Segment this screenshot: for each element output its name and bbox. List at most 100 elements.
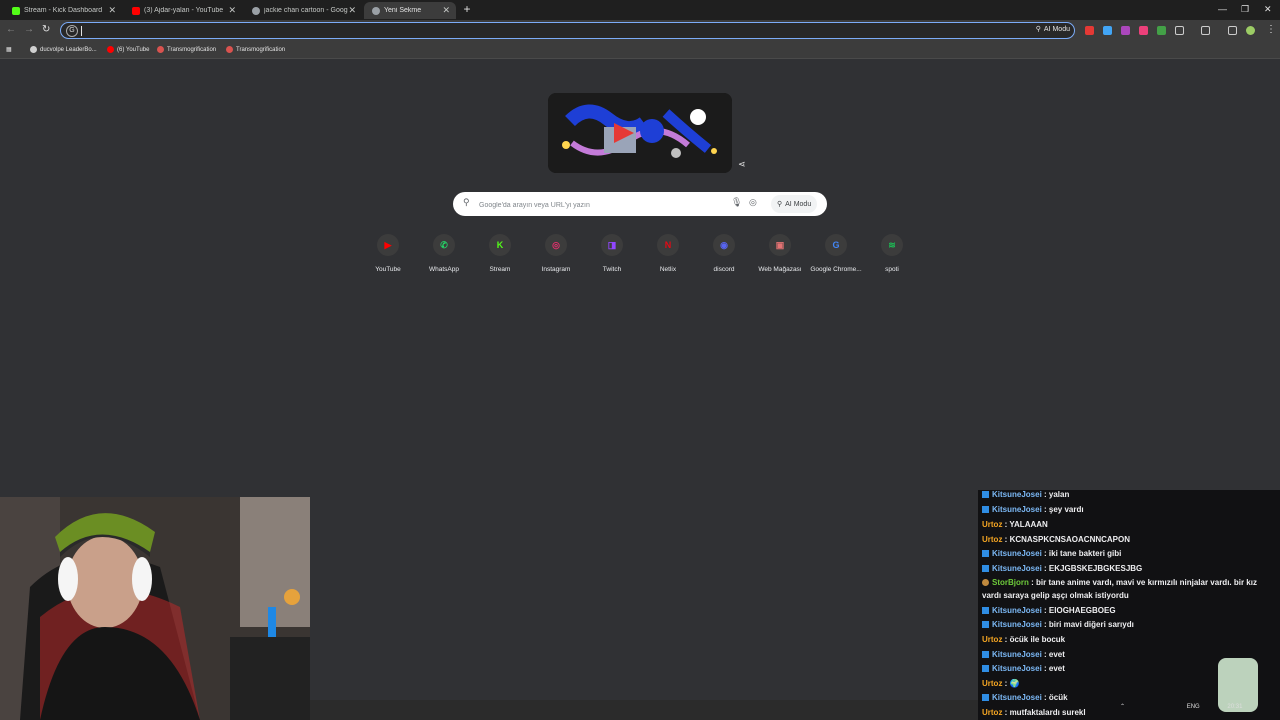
chat-message: KitsuneJosei : EIOGHAEGBOEG bbox=[982, 604, 1274, 617]
back-icon[interactable]: ← bbox=[6, 24, 16, 35]
toolbar: ← → ↻ G ⚲ AI Modu ⋮ bbox=[0, 20, 1280, 42]
shortcut-google-chrome[interactable]: G Google Chrome... bbox=[808, 234, 864, 273]
clock[interactable]: 20:31 bbox=[1227, 704, 1242, 710]
shortcut-stream[interactable]: K Stream bbox=[472, 234, 528, 273]
ai-mode-button[interactable]: ⚲ AI Modu bbox=[771, 195, 818, 213]
shortcut-discord[interactable]: ◉ discord bbox=[696, 234, 752, 273]
chat-text: şey vardı bbox=[1048, 505, 1084, 514]
shortcut-label: YouTube bbox=[375, 266, 401, 273]
chrome-icon bbox=[372, 6, 380, 15]
chat-message: StorBjorn : bir tane anime vardı, mavi v… bbox=[982, 578, 1257, 600]
emote-icon: 🌍 bbox=[1009, 679, 1020, 688]
tab-kick-dashboard[interactable]: Stream - Kick Dashboard ✕ bbox=[4, 2, 122, 19]
tab-youtube[interactable]: (3) Ajdar-yalan - YouTube ✕ bbox=[124, 2, 242, 19]
badge-icon bbox=[982, 579, 989, 587]
share-icon[interactable]: ⋖ bbox=[738, 159, 746, 170]
badge-icon bbox=[982, 665, 989, 673]
shortcut-instagram[interactable]: ◎ Instagram bbox=[528, 234, 584, 273]
forward-icon[interactable]: → bbox=[24, 24, 34, 35]
menu-icon[interactable]: ⋮ bbox=[1266, 24, 1276, 35]
minimize-icon[interactable]: — bbox=[1218, 4, 1227, 14]
badge-icon bbox=[982, 550, 989, 558]
address-bar[interactable]: G ⚲ AI Modu bbox=[60, 22, 1075, 39]
window-close-icon[interactable]: ✕ bbox=[1264, 4, 1272, 15]
reload-icon[interactable]: ↻ bbox=[42, 24, 50, 35]
taskbar bbox=[310, 700, 980, 720]
shortcut-youtube[interactable]: ▶ YouTube bbox=[360, 234, 416, 273]
close-icon[interactable]: ✕ bbox=[442, 5, 450, 16]
shortcut-spotify[interactable]: ≋ spoti bbox=[864, 234, 920, 273]
close-icon[interactable]: ✕ bbox=[108, 5, 116, 16]
bookmark-label: Transmogrification bbox=[236, 46, 286, 53]
tab-search-icon[interactable] bbox=[1201, 26, 1210, 35]
side-panel-icon[interactable] bbox=[1228, 26, 1237, 35]
chat-message: KitsuneJosei : şey vardı bbox=[982, 503, 1274, 516]
chat-text: KCNASPKCNSAOACNNCAPON bbox=[1009, 535, 1131, 544]
new-tab-button[interactable]: + bbox=[460, 3, 474, 17]
tab-new-tab[interactable]: Yeni Sekme ✕ bbox=[364, 2, 456, 19]
bookmark-item[interactable]: (6) YouTube bbox=[107, 46, 149, 53]
badge-icon bbox=[982, 506, 989, 514]
shortcut-label: Google Chrome... bbox=[810, 266, 862, 273]
chat-username: Urtoz bbox=[982, 535, 1003, 544]
extension-icon[interactable] bbox=[1157, 26, 1166, 35]
kick-icon bbox=[12, 6, 20, 15]
chat-username: KitsuneJosei bbox=[992, 664, 1042, 673]
chat-text: YALAAAN bbox=[1009, 520, 1048, 529]
extension-icon[interactable] bbox=[1139, 26, 1148, 35]
chat-text: iki tane bakteri gibi bbox=[1048, 549, 1122, 558]
chevron-up-icon[interactable]: ⌃ bbox=[1120, 704, 1125, 710]
chat-username: Urtoz bbox=[982, 635, 1003, 644]
chat-username: Urtoz bbox=[982, 520, 1003, 529]
chat-text: öcük bbox=[1048, 693, 1068, 702]
shortcut-netflix[interactable]: N Netlix bbox=[640, 234, 696, 273]
shortcut-whatsapp[interactable]: ✆ WhatsApp bbox=[416, 234, 472, 273]
apps-icon[interactable]: ▦ bbox=[6, 46, 12, 53]
webcam-image bbox=[0, 497, 310, 720]
text-caret bbox=[81, 26, 82, 36]
google-doodle[interactable] bbox=[548, 93, 732, 173]
search-icon: ⚲ bbox=[1035, 26, 1041, 33]
badge-icon bbox=[982, 565, 989, 573]
search-input[interactable] bbox=[477, 196, 721, 214]
shortcut-web-store[interactable]: ▣ Web Mağazası bbox=[752, 234, 808, 273]
kick-icon: K bbox=[489, 234, 511, 256]
google-icon: G bbox=[825, 234, 847, 256]
chat-username: KitsuneJosei bbox=[992, 606, 1042, 615]
extensions-puzzle-icon[interactable] bbox=[1175, 26, 1184, 35]
close-icon[interactable]: ✕ bbox=[228, 5, 236, 16]
avatar[interactable] bbox=[1246, 26, 1255, 35]
ai-mode-button[interactable]: ⚲ AI Modu bbox=[1035, 25, 1070, 34]
badge-icon bbox=[982, 607, 989, 615]
extension-icon[interactable] bbox=[1121, 26, 1130, 35]
google-lens-icon[interactable]: ◎ bbox=[749, 197, 757, 208]
bookmark-item[interactable]: ducvolpe LeaderBo... bbox=[30, 46, 97, 53]
tab-google-search[interactable]: jackie chan cartoon - Google Se ✕ bbox=[244, 2, 362, 19]
shortcut-twitch[interactable]: ◨ Twitch bbox=[584, 234, 640, 273]
search-box[interactable]: ⚲ 🎙 ◎ ⚲ AI Modu bbox=[453, 192, 827, 216]
ai-mode-label: AI Modu bbox=[785, 200, 812, 208]
chat-text: yalan bbox=[1048, 490, 1070, 499]
language-indicator[interactable]: ENG bbox=[1187, 704, 1200, 710]
extension-icon[interactable] bbox=[1103, 26, 1112, 35]
tab-title: jackie chan cartoon - Google Se bbox=[264, 7, 348, 14]
restore-icon[interactable]: ❐ bbox=[1241, 4, 1249, 15]
chat-username: Urtoz bbox=[982, 708, 1003, 717]
shortcut-label: Web Mağazası bbox=[758, 266, 802, 273]
whatsapp-icon: ✆ bbox=[433, 234, 455, 256]
close-icon[interactable]: ✕ bbox=[348, 5, 356, 16]
tab-strip: Stream - Kick Dashboard ✕ (3) Ajdar-yala… bbox=[0, 0, 1280, 20]
chat-text: biri mavi diğeri sarıydı bbox=[1048, 620, 1134, 629]
chat-text: EIOGHAEGBOEG bbox=[1048, 606, 1116, 615]
extension-icon[interactable] bbox=[1085, 26, 1094, 35]
shortcut-label: spoti bbox=[885, 266, 899, 273]
chat-username: KitsuneJosei bbox=[992, 693, 1042, 702]
bookmark-item[interactable]: Transmogrification bbox=[226, 46, 285, 53]
chat-text: EKJGBSKEJBGKESJBG bbox=[1048, 564, 1143, 573]
microphone-icon[interactable]: 🎙 bbox=[731, 197, 742, 208]
bookmark-icon bbox=[226, 46, 233, 53]
search-icon: ⚲ bbox=[777, 201, 783, 208]
bookmark-item[interactable]: Transmogrification bbox=[157, 46, 216, 53]
spotify-icon: ≋ bbox=[881, 234, 903, 256]
badge-icon bbox=[982, 621, 989, 629]
